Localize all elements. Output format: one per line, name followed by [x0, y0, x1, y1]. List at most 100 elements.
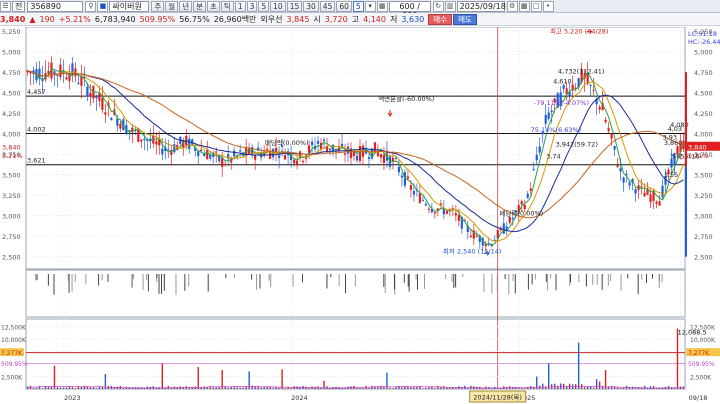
chart-annotation: 75.14%(6.63%)	[531, 126, 582, 134]
settings-icon[interactable]: ⚙	[506, 0, 518, 12]
x-tick-label: 2024	[291, 394, 308, 402]
candle-body	[454, 213, 457, 216]
chart-annotation: 4,03	[668, 125, 682, 133]
period-tick-button[interactable]: 틱	[220, 0, 234, 12]
interval-10-button[interactable]: 10	[270, 0, 286, 12]
current-change-label: 5.21%	[2, 152, 23, 160]
period-minute-button[interactable]: 분	[193, 0, 206, 12]
interval-60-button[interactable]: 60	[336, 0, 352, 12]
candle-body	[394, 157, 398, 159]
volume-tick-label-right: 10,000K	[690, 337, 716, 344]
volume-ratio: 509.95%	[139, 14, 176, 24]
chart-annotation: -79.11%(-4.07%)	[534, 99, 589, 107]
window-icon[interactable]: □	[530, 0, 542, 12]
price-tick-label-right: 4,000	[694, 131, 713, 139]
interval-1-button[interactable]: 1	[234, 0, 246, 12]
candle-body	[502, 223, 505, 234]
candle-body	[221, 158, 224, 167]
candle-body	[670, 159, 673, 168]
period-second-button[interactable]: 초	[207, 0, 220, 12]
candle-body	[292, 159, 296, 164]
price-tick-label-right: 4,250	[694, 110, 713, 118]
candle-body	[649, 194, 652, 203]
date-field[interactable]: 2025/09/18	[456, 0, 506, 12]
candle-body	[197, 151, 200, 157]
candle-body	[424, 203, 427, 206]
count-field[interactable]: 600 / 600	[388, 0, 431, 20]
candle-body	[155, 141, 158, 145]
candle-body	[278, 155, 281, 158]
sell-button[interactable]: 매도	[453, 13, 477, 25]
candle-body	[640, 186, 643, 188]
refresh-icon[interactable]: ↻	[432, 0, 444, 12]
chart-annotation: 액면분할(-60.00%)	[378, 94, 434, 103]
candle-body	[328, 148, 332, 151]
candle-body	[340, 143, 344, 147]
crosshair-date-label: 2024/11/28(목)	[473, 394, 522, 402]
pin-icon[interactable]: •	[542, 0, 554, 12]
candle-body	[95, 95, 98, 99]
price-tick-label-left: 3,250	[2, 192, 21, 200]
interval-5-button[interactable]: 5	[258, 0, 270, 12]
chart-annotation: 4,732(112.41)	[558, 68, 604, 76]
chart-type-icon[interactable]: ▦	[376, 0, 388, 12]
candle-body	[161, 148, 164, 155]
interval-30-button[interactable]: 30	[303, 0, 319, 12]
candle-body	[367, 157, 371, 159]
candle-body	[604, 119, 607, 122]
pref-value: 3,845	[286, 14, 310, 24]
candle-body	[382, 154, 386, 163]
period-yearly-button[interactable]: 년	[179, 0, 193, 12]
candle-body	[224, 163, 227, 166]
candle-body	[140, 139, 143, 142]
candle-body	[433, 212, 436, 214]
candle-body	[592, 89, 595, 91]
chevron-down-icon[interactable]: ▾	[364, 0, 376, 12]
candle-body	[562, 85, 565, 89]
period-monthly-button[interactable]: 월	[165, 0, 179, 12]
candle-body	[65, 77, 68, 80]
chart-annotation: 3,74	[546, 152, 560, 160]
candle-body	[358, 145, 362, 162]
quote-bar: 3,840 ▲ 190 +5.21% 6,783,940 509.95% 56.…	[0, 13, 720, 26]
interval-3-button[interactable]: 3	[246, 0, 258, 12]
menu-label[interactable]: 전	[12, 0, 26, 12]
low-label: 저	[389, 14, 398, 24]
search-icon[interactable]: ⚲	[85, 0, 97, 12]
chart-annotation: 3,860	[664, 139, 683, 147]
period-weekly-button[interactable]: 주	[151, 0, 165, 12]
stock-code-input[interactable]: 356890	[27, 0, 84, 12]
grid-icon[interactable]: ▩	[518, 0, 530, 12]
volume-value: 6,783,940	[94, 14, 136, 24]
candle-body	[77, 82, 80, 84]
candle-body	[322, 139, 326, 142]
menu-icon[interactable]: ☰	[0, 0, 11, 12]
open-label: 시	[313, 14, 321, 24]
level-label: 4,002	[27, 125, 46, 133]
count-select[interactable]: 5	[352, 0, 364, 12]
price-tick-label-right: 4,500	[694, 90, 713, 98]
candle-body	[655, 201, 658, 204]
legend-hc-label: HC:-26.44	[688, 38, 720, 46]
buy-button[interactable]: 매수	[428, 13, 453, 25]
volume-peak-label: 12,088.5	[678, 329, 707, 337]
candle-body	[406, 176, 410, 179]
price-tick-label-right: 5,000	[694, 49, 713, 57]
candle-body	[343, 153, 347, 155]
candle-body	[98, 93, 101, 101]
interval-15-button[interactable]: 15	[286, 0, 303, 12]
stock-chart[interactable]: 5,250 5,2505,000 5,0004,750 4,7504,500 4,500…	[0, 27, 720, 404]
stock-type-icon[interactable]: ■	[97, 0, 109, 12]
candle-body	[119, 123, 122, 129]
candle-body	[188, 138, 191, 150]
candle-body	[628, 182, 631, 186]
candle-body	[520, 201, 523, 205]
volume-marker-label: 509.95%	[1, 361, 28, 368]
candle-body	[619, 168, 622, 172]
candle-body	[266, 149, 269, 151]
price-tick-label-right: 3,000	[694, 213, 713, 221]
open-value: 3,720	[324, 14, 348, 24]
candle-body	[409, 184, 413, 190]
calendar-icon[interactable]: ▥	[444, 0, 456, 12]
interval-45-button[interactable]: 45	[319, 0, 336, 12]
